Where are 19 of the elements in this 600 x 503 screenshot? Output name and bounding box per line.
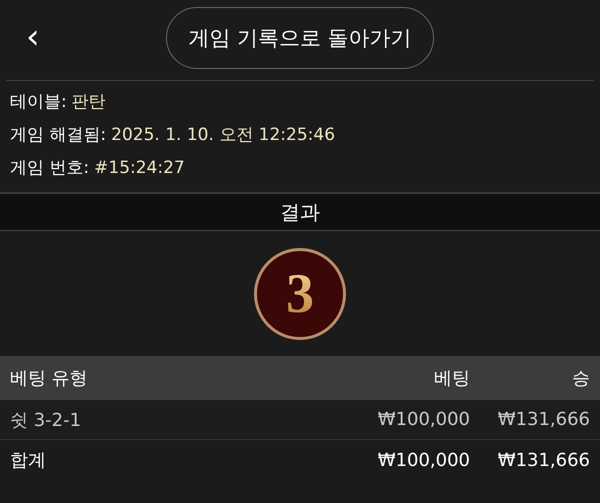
table-cell-text: ₩100,000 xyxy=(376,409,470,430)
info-value: 2025. 1. 10. 오전 12:25:46 xyxy=(111,124,336,147)
column-header: 승 xyxy=(571,367,590,390)
table-cell-text: 합계 xyxy=(10,449,47,472)
info-label: 게임 번호: xyxy=(10,157,90,180)
table-cell-text: ₩131,666 xyxy=(496,450,590,470)
back-button[interactable]: ‹ xyxy=(20,22,46,52)
table-cell-text: 쉿 3-2-1 xyxy=(10,408,82,432)
table-cell-text: ₩131,666 xyxy=(496,409,590,430)
back-to-history-button[interactable]: 게임 기록으로 돌아가기 xyxy=(166,7,434,69)
info-label: 테이블: xyxy=(10,91,67,114)
column-header: 베팅 xyxy=(433,367,470,390)
result-heading: 결과 xyxy=(0,194,600,231)
info-value: 판탄 xyxy=(72,91,106,114)
info-value: #15:24:27 xyxy=(94,157,185,180)
result-ball: 3 xyxy=(254,248,346,340)
info-label: 게임 해결됨: xyxy=(10,124,106,147)
column-header: 베팅 유형 xyxy=(10,367,89,390)
table-cell-text: ₩100,000 xyxy=(376,450,470,470)
